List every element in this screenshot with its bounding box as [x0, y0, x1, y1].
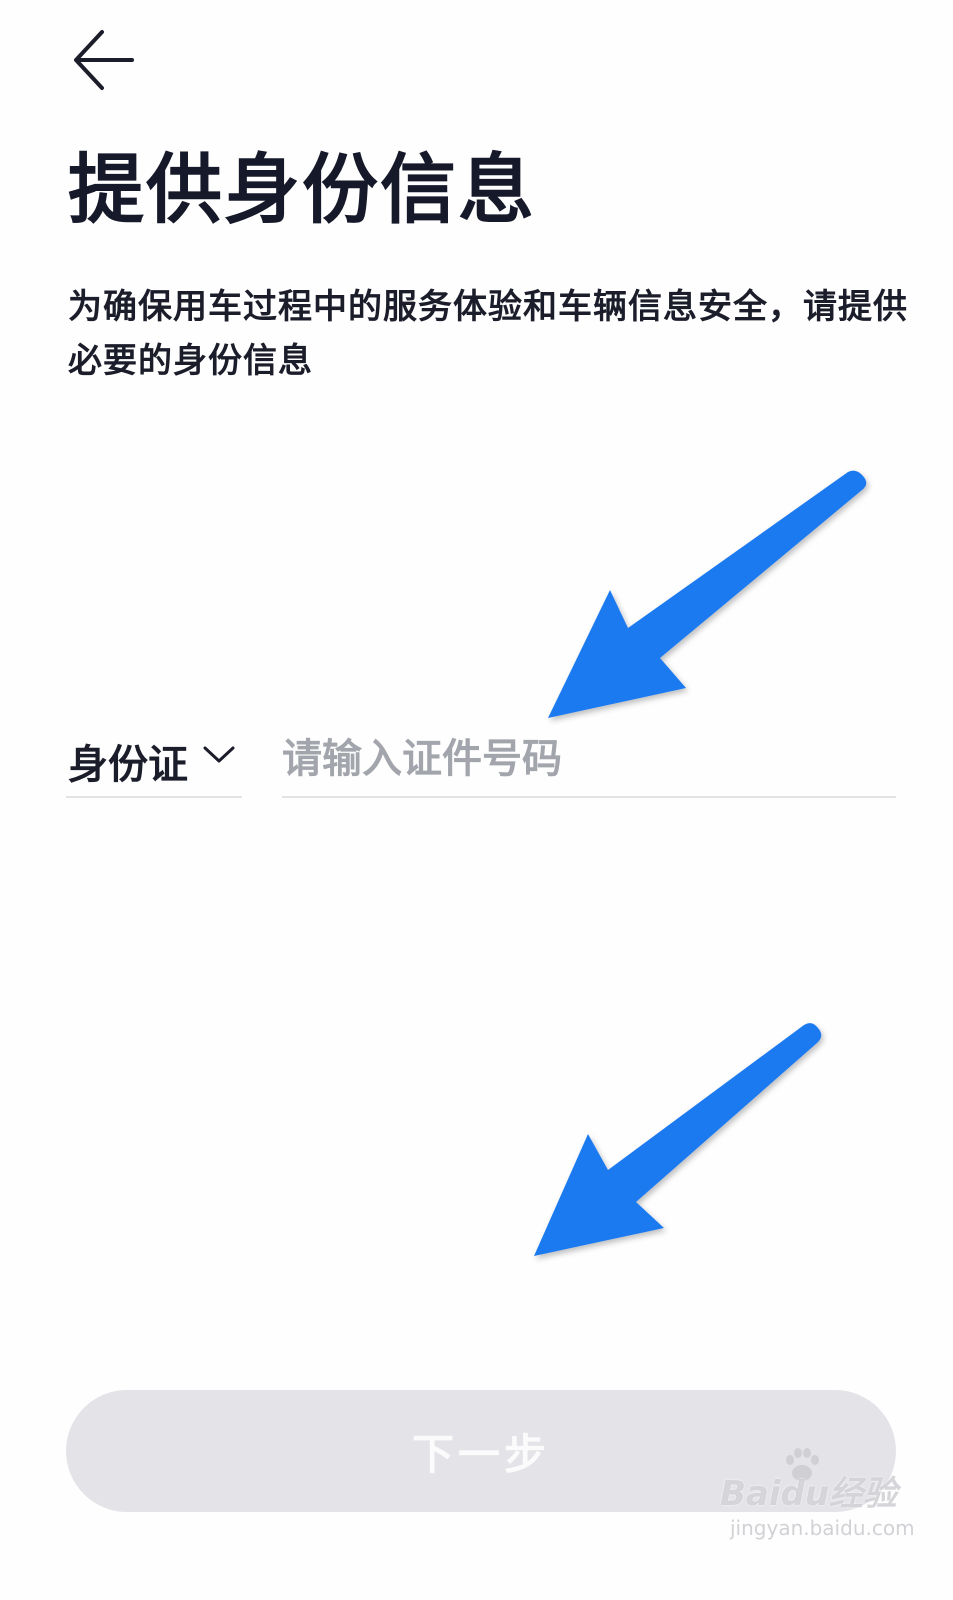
identity-info-page: 提供身份信息 为确保用车过程中的服务体验和车辆信息安全，请提供必要的身份信息 身… — [0, 0, 953, 1600]
chevron-down-icon — [203, 746, 235, 763]
page-title: 提供身份信息 — [68, 145, 536, 234]
id-number-input[interactable] — [282, 722, 896, 798]
back-button[interactable] — [68, 26, 140, 98]
next-button[interactable]: 下一步 — [66, 1390, 896, 1512]
watermark-url-text: jingyan.baidu.com — [730, 1516, 915, 1540]
id-type-select[interactable]: 身份证 — [66, 722, 242, 798]
annotation-arrow-lower — [534, 1023, 822, 1256]
arrow-left-icon — [74, 30, 134, 90]
id-type-selected-value: 身份证 — [68, 742, 188, 788]
page-description: 为确保用车过程中的服务体验和车辆信息安全，请提供必要的身份信息 — [68, 287, 908, 381]
annotation-arrow-upper — [548, 470, 867, 718]
